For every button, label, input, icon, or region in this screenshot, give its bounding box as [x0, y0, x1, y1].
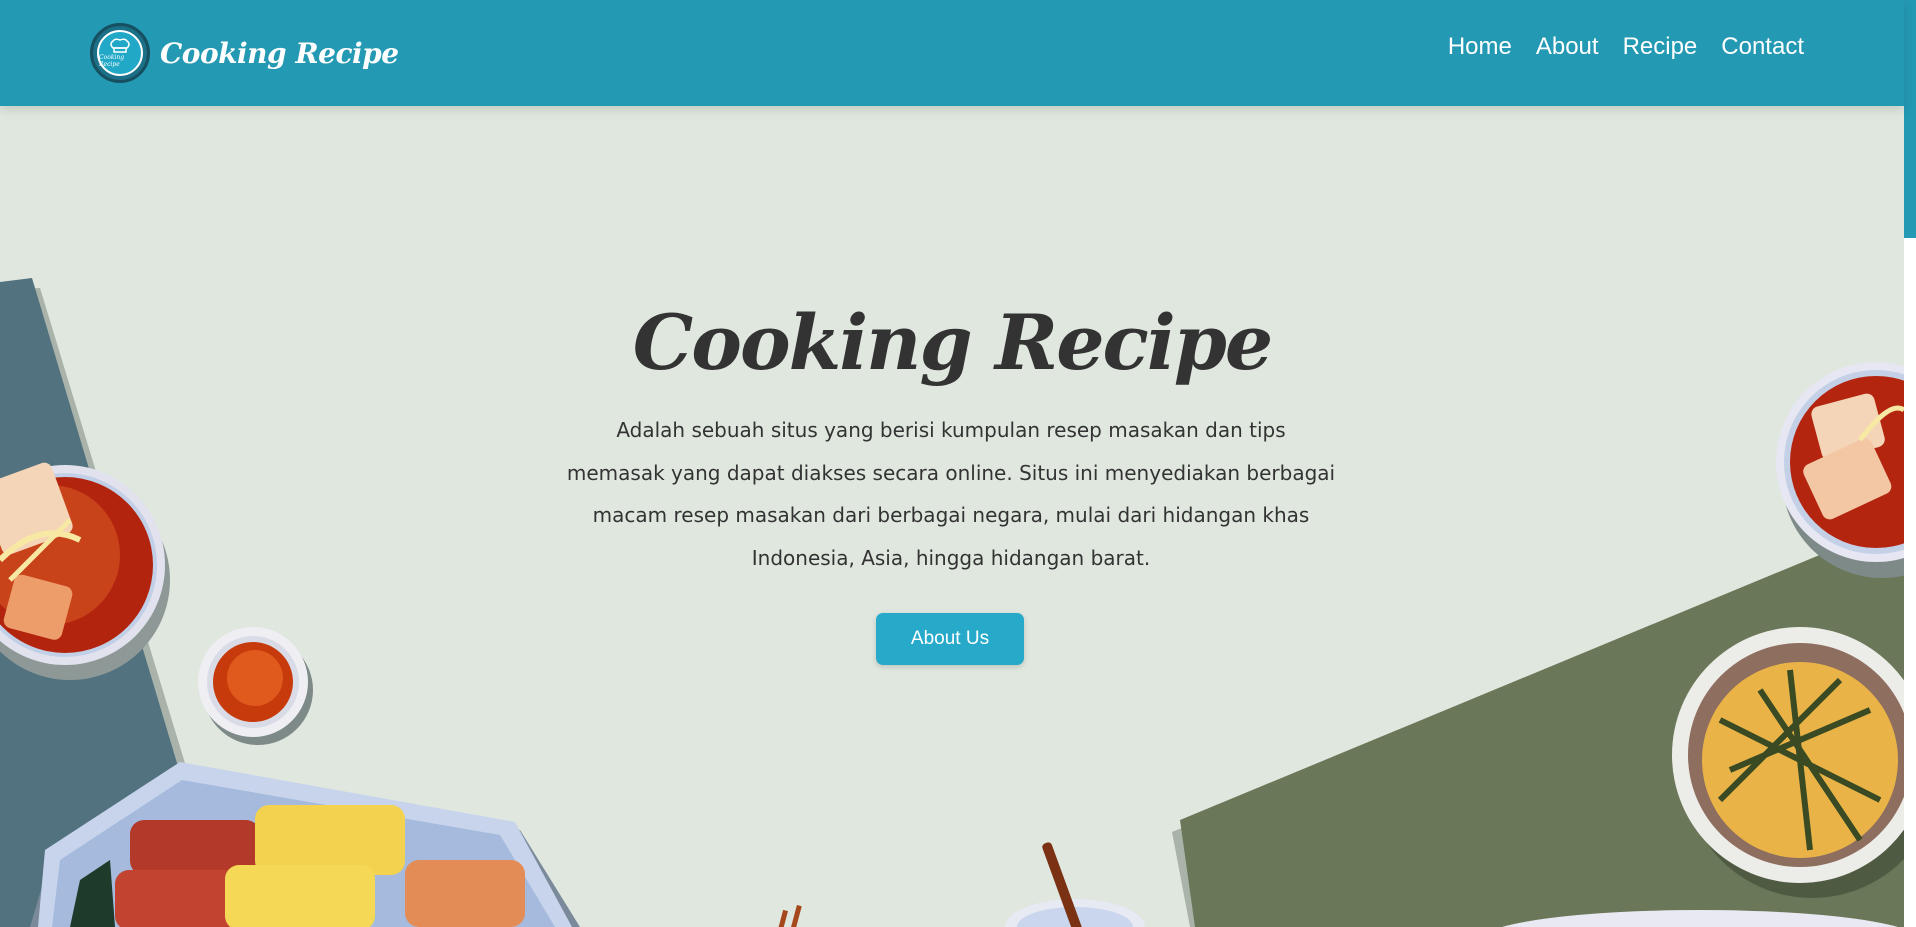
navbar: Cooking Recipe Cooking Recipe Home About… [0, 0, 1904, 106]
hero-description: Adalah sebuah situs yang berisi kumpulan… [566, 418, 1336, 570]
brand[interactable]: Cooking Recipe Cooking Recipe [90, 22, 399, 84]
hero-title: Cooking Recipe [632, 298, 1273, 387]
chopsticks [776, 904, 802, 927]
chef-hat-icon-glyph [110, 38, 130, 53]
main-nav: Home About Recipe Contact [1448, 33, 1804, 61]
brand-title[interactable]: Cooking Recipe [160, 37, 399, 70]
logo[interactable]: Cooking Recipe [90, 23, 150, 83]
rice-bowl [1005, 842, 1145, 927]
soup-bowl-right [1776, 362, 1904, 578]
about-us-button[interactable]: About Us [876, 613, 1024, 665]
chef-hat-icon: Cooking Recipe [97, 30, 143, 76]
scrollbar-thumb[interactable] [1904, 0, 1916, 238]
nav-home-link[interactable]: Home [1448, 33, 1512, 61]
logo-text: Cooking Recipe [99, 54, 125, 68]
nav-about-link[interactable]: About [1536, 33, 1599, 61]
sauce-dish [198, 627, 313, 745]
nav-contact-link[interactable]: Contact [1721, 33, 1804, 61]
nav-recipe-link[interactable]: Recipe [1623, 33, 1698, 61]
page-scrollbar[interactable] [1904, 0, 1916, 927]
